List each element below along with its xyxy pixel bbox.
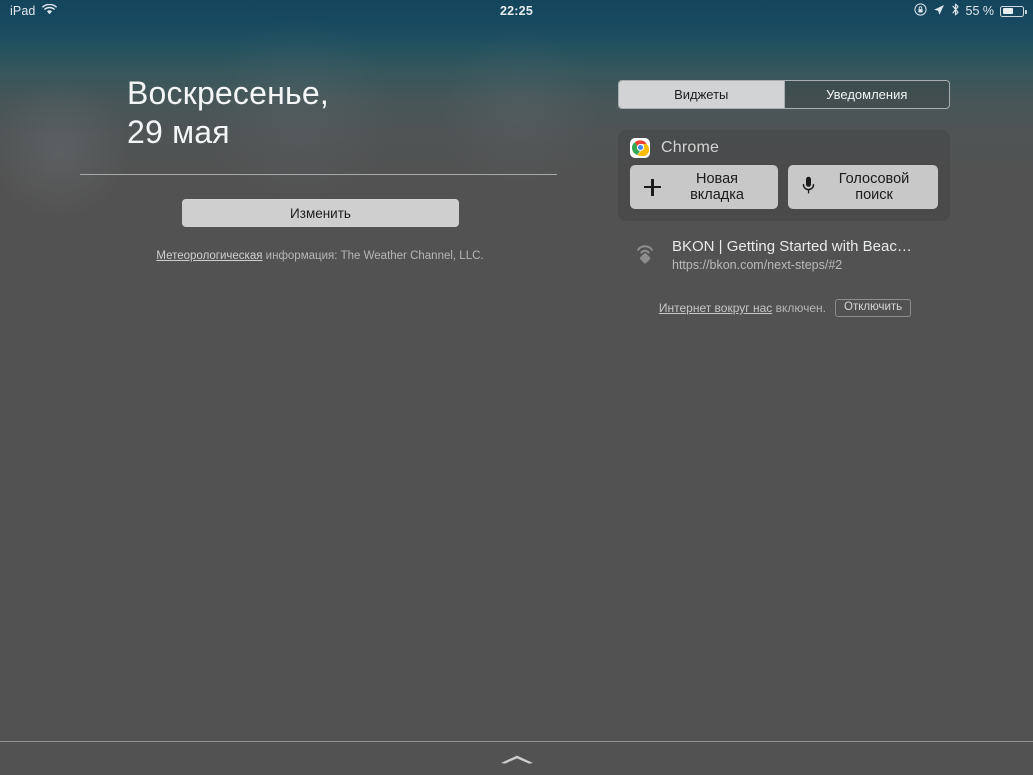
microphone-icon	[802, 176, 815, 199]
plus-icon	[644, 178, 661, 196]
edit-button[interactable]: Изменить	[182, 199, 459, 227]
date-day-month: 29 мая	[127, 114, 230, 150]
status-bar-clock: 22:25	[500, 4, 533, 18]
weather-credit-text: информация: The Weather Channel, LLC.	[262, 250, 484, 262]
beacon-url: https://bkon.com/next-steps/#2	[672, 258, 843, 272]
chrome-widget-title: Chrome	[661, 138, 720, 156]
tab-notifications[interactable]: Уведомления	[783, 81, 949, 108]
battery-fill	[1002, 8, 1013, 14]
bluetooth-icon	[951, 3, 960, 19]
beacon-icon	[630, 236, 660, 275]
grabber-handle-icon[interactable]	[497, 752, 537, 764]
date-block: Воскресенье, 29 мая	[127, 74, 329, 152]
physical-web-link[interactable]: Интернет вокруг нас	[659, 301, 772, 315]
physical-web-status-suffix: включен.	[772, 301, 826, 315]
today-divider	[80, 174, 557, 175]
beacon-title: BKON | Getting Started with Beac…	[672, 238, 912, 255]
beacon-text-block: BKON | Getting Started with Beac… https:…	[672, 237, 912, 274]
physical-web-footer: Интернет вокруг нас включен. Отключить	[618, 299, 952, 317]
tab-widgets[interactable]: Виджеты	[619, 81, 784, 108]
new-tab-label: Новая вкладка	[690, 171, 744, 203]
rotation-lock-icon	[913, 3, 927, 19]
chrome-widget-card: Chrome Новая вкладка Голосовой поиск	[618, 130, 950, 221]
chrome-widget-actions: Новая вкладка Голосовой поиск	[618, 165, 950, 221]
weather-credit-link[interactable]: Метеорологическая	[156, 250, 262, 262]
location-arrow-icon	[933, 4, 945, 19]
weather-credit: Метеорологическая информация: The Weathe…	[0, 250, 640, 262]
voice-search-button[interactable]: Голосовой поиск	[788, 165, 938, 209]
physical-web-notification[interactable]: BKON | Getting Started with Beac… https:…	[618, 230, 952, 275]
new-tab-button[interactable]: Новая вкладка	[630, 165, 779, 209]
status-bar: iPad 22:25 55 %	[0, 0, 1033, 22]
ipad-lock-today-screen: iPad 22:25 55 % Воскресенье, 29 мая Изме…	[0, 0, 1033, 775]
widgets-notifications-segmented-control[interactable]: Виджеты Уведомления	[618, 80, 950, 109]
physical-web-status-text: Интернет вокруг нас включен.	[659, 301, 826, 315]
chrome-icon	[630, 137, 650, 158]
disable-button[interactable]: Отключить	[835, 299, 912, 317]
chrome-widget-header[interactable]: Chrome	[618, 130, 950, 165]
bottom-separator	[0, 741, 1033, 742]
status-bar-right: 55 %	[913, 3, 1027, 19]
date-weekday: Воскресенье,	[127, 75, 329, 111]
voice-search-label: Голосовой поиск	[838, 171, 910, 203]
battery-percent-label: 55 %	[965, 4, 995, 18]
widgets-panel: Виджеты Уведомления Chrome Новая вкладка…	[618, 80, 952, 317]
battery-icon	[1000, 5, 1027, 17]
